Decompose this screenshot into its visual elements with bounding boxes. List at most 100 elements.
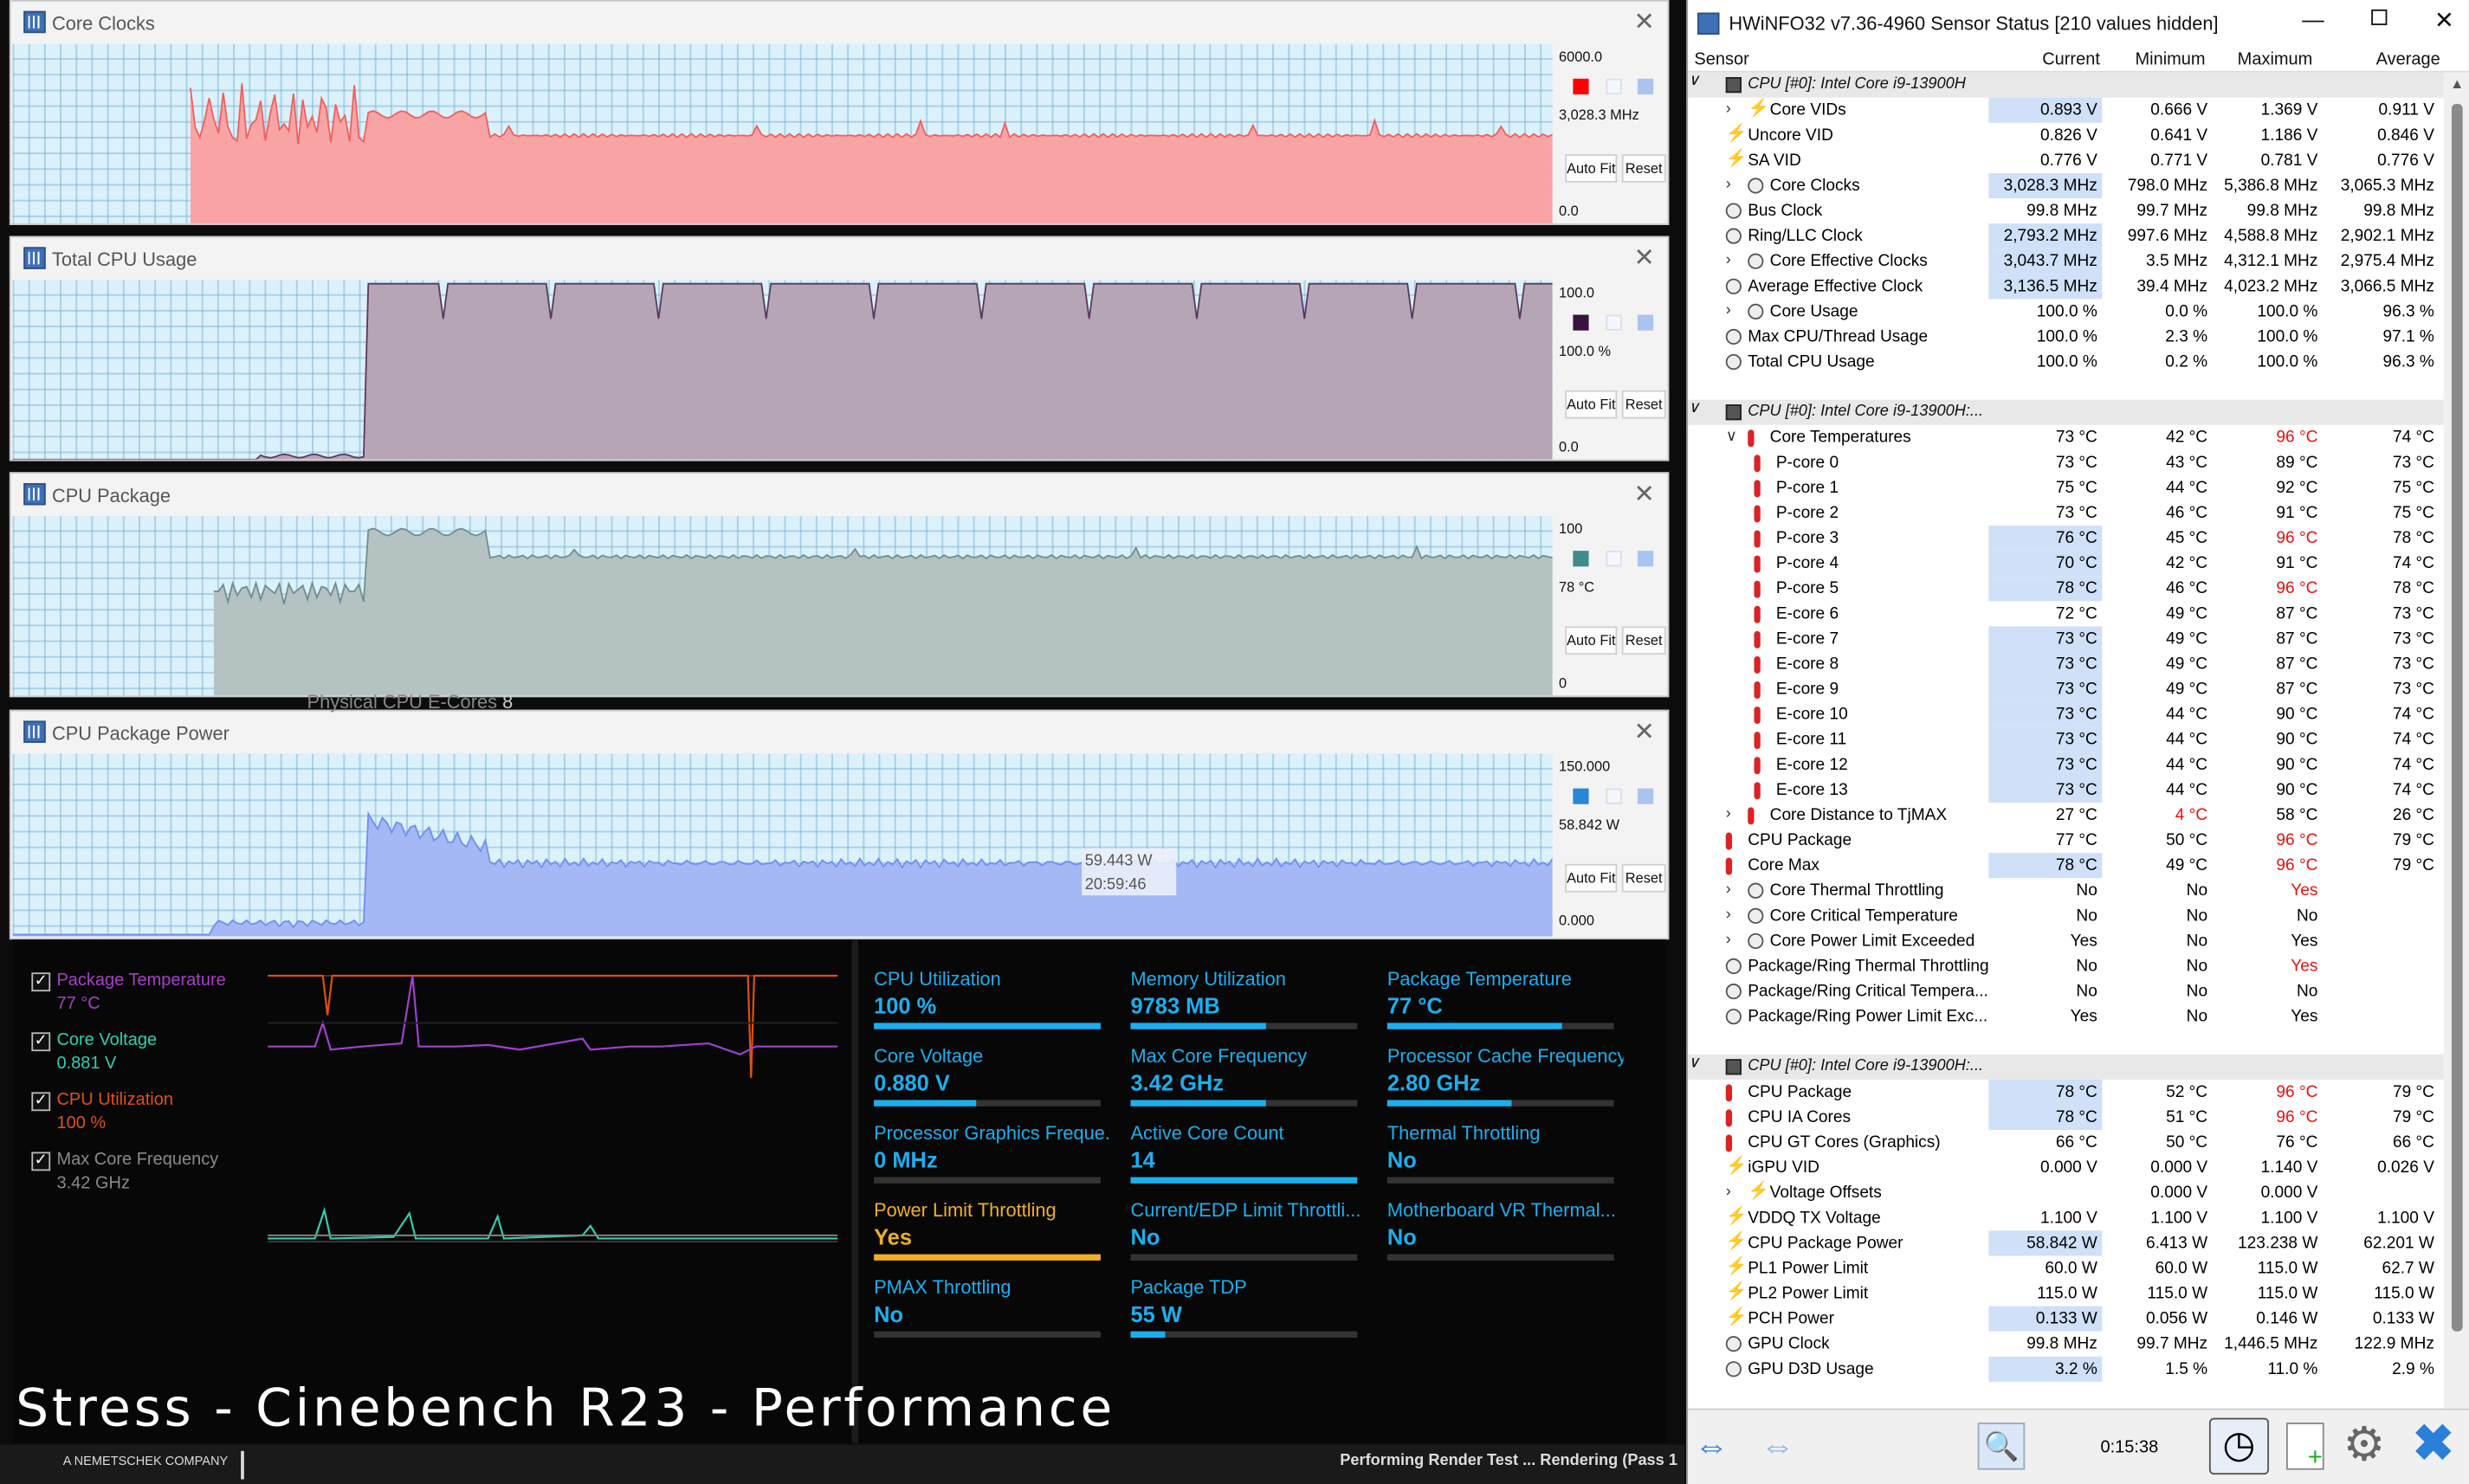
sensor-row[interactable]: E-core 11 73 °C 44 °C 90 °C 74 °C	[1688, 726, 2444, 752]
graph-titlebar[interactable]: Total CPU Usage ✕	[11, 237, 1668, 280]
expand-chevron-icon[interactable]: ∨	[1726, 425, 1737, 450]
scroll-up-arrow[interactable]: ▲	[2450, 75, 2464, 91]
col-maximum[interactable]: Maximum	[2238, 50, 2313, 69]
graph-color-swatch[interactable]	[1573, 551, 1589, 567]
graph-grid-swatch[interactable]	[1637, 314, 1654, 331]
expand-chevron-icon[interactable]: ›	[1726, 299, 1731, 324]
sensor-row[interactable]: E-core 10 73 °C 44 °C 90 °C 74 °C	[1688, 701, 2444, 727]
sensor-row[interactable]: › Core Power Limit Exceeded Yes No Yes	[1688, 928, 2444, 953]
sensor-row[interactable]: › Core Usage 100.0 % 0.0 % 100.0 % 96.3 %	[1688, 299, 2444, 324]
graph-titlebar[interactable]: CPU Package Power ✕	[11, 712, 1668, 754]
graph-grid-swatch[interactable]	[1637, 78, 1654, 95]
expand-chevron-icon[interactable]: ›	[1726, 173, 1731, 198]
graph-bg-swatch[interactable]	[1606, 788, 1622, 804]
nav-arrows-secondary-icon[interactable]: ⇔	[1761, 1426, 1795, 1467]
scroll-thumb[interactable]	[2451, 103, 2463, 1332]
graph-color-swatch[interactable]	[1573, 788, 1589, 804]
sensor-row[interactable]: E-core 12 73 °C 44 °C 90 °C 74 °C	[1688, 752, 2444, 777]
sensor-row[interactable]: › Core Distance to TjMAX 27 °C 4 °C 58 °C 26 …	[1688, 803, 2444, 828]
legend-checkbox[interactable]: ✓	[31, 1032, 51, 1052]
sensor-row[interactable]: › Core Clocks 3,028.3 MHz 798.0 MHz 5,386.8 …	[1688, 172, 2444, 199]
graph-grid-swatch[interactable]	[1637, 551, 1654, 567]
sensor-row[interactable]: P-core 4 70 °C 42 °C 91 °C 74 °C	[1688, 551, 2444, 577]
sensor-row[interactable]: P-core 1 75 °C 44 °C 92 °C 75 °C	[1688, 475, 2444, 500]
sensor-row[interactable]: › Core Effective Clocks 3,043.7 MHz 3.5 MHz…	[1688, 248, 2444, 274]
sensor-row[interactable]: GPU D3D Usage 3.2 % 1.5 % 11.0 % 2.9 %	[1688, 1356, 2444, 1382]
sensor-row[interactable]: ⚡ Uncore VID 0.826 V 0.641 V 1.186 V 0.846 V	[1688, 123, 2444, 148]
sensor-row[interactable]: › ⚡ Core VIDs 0.893 V 0.666 V 1.369 V 0.911 V	[1688, 97, 2444, 123]
sensor-group-header[interactable]: ∨ CPU [#0]: Intel Core i9-13900H:...	[1688, 1054, 2444, 1080]
sensor-row[interactable]: E-core 13 73 °C 44 °C 90 °C 74 °C	[1688, 777, 2444, 803]
collapse-chevron-icon[interactable]: ∨	[1688, 73, 1699, 90]
expand-chevron-icon[interactable]: ›	[1726, 803, 1731, 828]
sensor-row[interactable]: E-core 8 73 °C 49 °C 87 °C 73 °C	[1688, 651, 2444, 677]
graph-window-4[interactable]: CPU Package Power ✕ 59.443 W 20:59:46 150…	[9, 709, 1670, 940]
sensor-row[interactable]: Package/Ring Power Limit Exc... Yes No Yes	[1688, 1004, 2444, 1029]
settings-gear-icon[interactable]: ⚙	[2343, 1418, 2385, 1474]
sensor-row[interactable]: ⚡ SA VID 0.776 V 0.771 V 0.781 V 0.776 V	[1688, 148, 2444, 173]
graph-window-1[interactable]: Core Clocks ✕ 6000.0 3,028.3 MHz Auto Fi…	[9, 0, 1670, 225]
sensor-row[interactable]: E-core 7 73 °C 49 °C 87 °C 73 °C	[1688, 626, 2444, 652]
sensor-row[interactable]: Total CPU Usage 100.0 % 0.2 % 100.0 % 96.3 %	[1688, 350, 2444, 375]
graph-bg-swatch[interactable]	[1606, 314, 1622, 331]
sensor-row[interactable]: P-core 5 78 °C 46 °C 96 °C 78 °C	[1688, 576, 2444, 602]
sensor-row[interactable]: E-core 6 72 °C 49 °C 87 °C 73 °C	[1688, 601, 2444, 626]
col-minimum[interactable]: Minimum	[2135, 50, 2205, 69]
sensor-row[interactable]: › Core Thermal Throttling No No Yes	[1688, 878, 2444, 903]
sensor-row[interactable]: Max CPU/Thread Usage 100.0 % 2.3 % 100.0 % 9…	[1688, 324, 2444, 349]
sensor-row[interactable]: ⚡ PCH Power 0.133 W 0.056 W 0.146 W 0.133 W	[1688, 1306, 2444, 1332]
graph-close-icon[interactable]: ✕	[1634, 242, 1655, 274]
collapse-chevron-icon[interactable]: ∨	[1688, 1055, 1699, 1072]
sensor-row[interactable]: Bus Clock 99.8 MHz 99.7 MHz 99.8 MHz 99.8 MH…	[1688, 198, 2444, 223]
sensor-row[interactable]: ⚡ PL1 Power Limit 60.0 W 60.0 W 115.0 W 62.7 …	[1688, 1255, 2444, 1281]
expand-chevron-icon[interactable]: ›	[1726, 98, 1731, 123]
graph-close-icon[interactable]: ✕	[1634, 716, 1655, 747]
hwinfo-column-headers[interactable]: Sensor Current Minimum Maximum Average	[1688, 48, 2469, 73]
vertical-scrollbar[interactable]: ▲	[2443, 72, 2469, 1409]
sensor-row[interactable]: ∨ Core Temperatures 73 °C 42 °C 96 °C 74 °C	[1688, 425, 2444, 450]
graph-window-2[interactable]: Total CPU Usage ✕ 100.0 100.0 % Auto Fit…	[9, 236, 1670, 461]
sensor-row[interactable]: Package/Ring Critical Tempera... No No No	[1688, 979, 2444, 1004]
sensor-row[interactable]: Ring/LLC Clock 2,793.2 MHz 997.6 MHz 4,588.…	[1688, 223, 2444, 249]
sensor-row[interactable]: CPU Package 77 °C 50 °C 96 °C 79 °C	[1688, 828, 2444, 853]
sensor-row[interactable]: CPU IA Cores 78 °C 51 °C 96 °C 79 °C	[1688, 1104, 2444, 1131]
sensor-row[interactable]: ⚡ PL2 Power Limit 115.0 W 115.0 W 115.0 W 115…	[1688, 1281, 2444, 1307]
minimize-button[interactable]: —	[2302, 6, 2324, 31]
expand-chevron-icon[interactable]: ›	[1726, 903, 1731, 928]
auto-fit-button[interactable]: Auto Fit	[1565, 626, 1618, 655]
sensor-group-header[interactable]: ∨ CPU [#0]: Intel Core i9-13900H:...	[1688, 399, 2444, 425]
sensor-row[interactable]: E-core 9 73 °C 49 °C 87 °C 73 °C	[1688, 676, 2444, 702]
close-button[interactable]: ✕	[2434, 6, 2454, 35]
sensor-row[interactable]: P-core 0 73 °C 43 °C 89 °C 73 °C	[1688, 450, 2444, 475]
graph-close-icon[interactable]: ✕	[1634, 479, 1655, 510]
graph-titlebar[interactable]: Core Clocks ✕	[11, 2, 1668, 44]
sensor-row[interactable]: › ⚡ Voltage Offsets 0.000 V 0.000 V	[1688, 1180, 2444, 1205]
sensor-row[interactable]: Average Effective Clock 3,136.5 MHz 39.4 M…	[1688, 274, 2444, 300]
maximize-button[interactable]	[2371, 9, 2388, 26]
graph-color-swatch[interactable]	[1573, 314, 1589, 331]
reset-button[interactable]: Reset	[1621, 626, 1666, 655]
col-current[interactable]: Current	[2042, 50, 2100, 69]
graph-bg-swatch[interactable]	[1606, 551, 1622, 567]
network-sensor-icon[interactable]: 🔍	[1977, 1423, 2026, 1470]
sensor-row[interactable]: ⚡ VDDQ TX Voltage 1.100 V 1.100 V 1.100 V 1.1…	[1688, 1205, 2444, 1230]
sensor-row[interactable]: P-core 2 73 °C 46 °C 91 °C 75 °C	[1688, 500, 2444, 526]
sensor-row[interactable]: Core Max 78 °C 49 °C 96 °C 79 °C	[1688, 853, 2444, 879]
sensor-row[interactable]: CPU GT Cores (Graphics) 66 °C 50 °C 76 °C 66…	[1688, 1130, 2444, 1155]
sensor-row[interactable]: CPU Package 78 °C 52 °C 96 °C 79 °C	[1688, 1079, 2444, 1105]
expand-chevron-icon[interactable]: ›	[1726, 878, 1731, 903]
auto-fit-button[interactable]: Auto Fit	[1565, 154, 1618, 183]
expand-chevron-icon[interactable]: ›	[1726, 248, 1731, 274]
auto-fit-button[interactable]: Auto Fit	[1565, 863, 1618, 893]
sensor-row[interactable]: P-core 3 76 °C 45 °C 96 °C 78 °C	[1688, 526, 2444, 552]
auto-fit-button[interactable]: Auto Fit	[1565, 390, 1618, 419]
reset-button[interactable]: Reset	[1621, 390, 1666, 419]
col-sensor[interactable]: Sensor	[1694, 50, 1748, 69]
nav-arrows-icon[interactable]: ⇔	[1694, 1426, 1729, 1467]
graph-titlebar[interactable]: CPU Package ✕	[11, 474, 1668, 516]
graph-color-swatch[interactable]	[1573, 78, 1589, 95]
legend-checkbox[interactable]: ✓	[31, 972, 51, 992]
legend-checkbox[interactable]: ✓	[31, 1152, 51, 1171]
expand-chevron-icon[interactable]: ›	[1726, 928, 1731, 953]
sensor-row[interactable]: Package/Ring Thermal Throttling No No Yes	[1688, 953, 2444, 978]
